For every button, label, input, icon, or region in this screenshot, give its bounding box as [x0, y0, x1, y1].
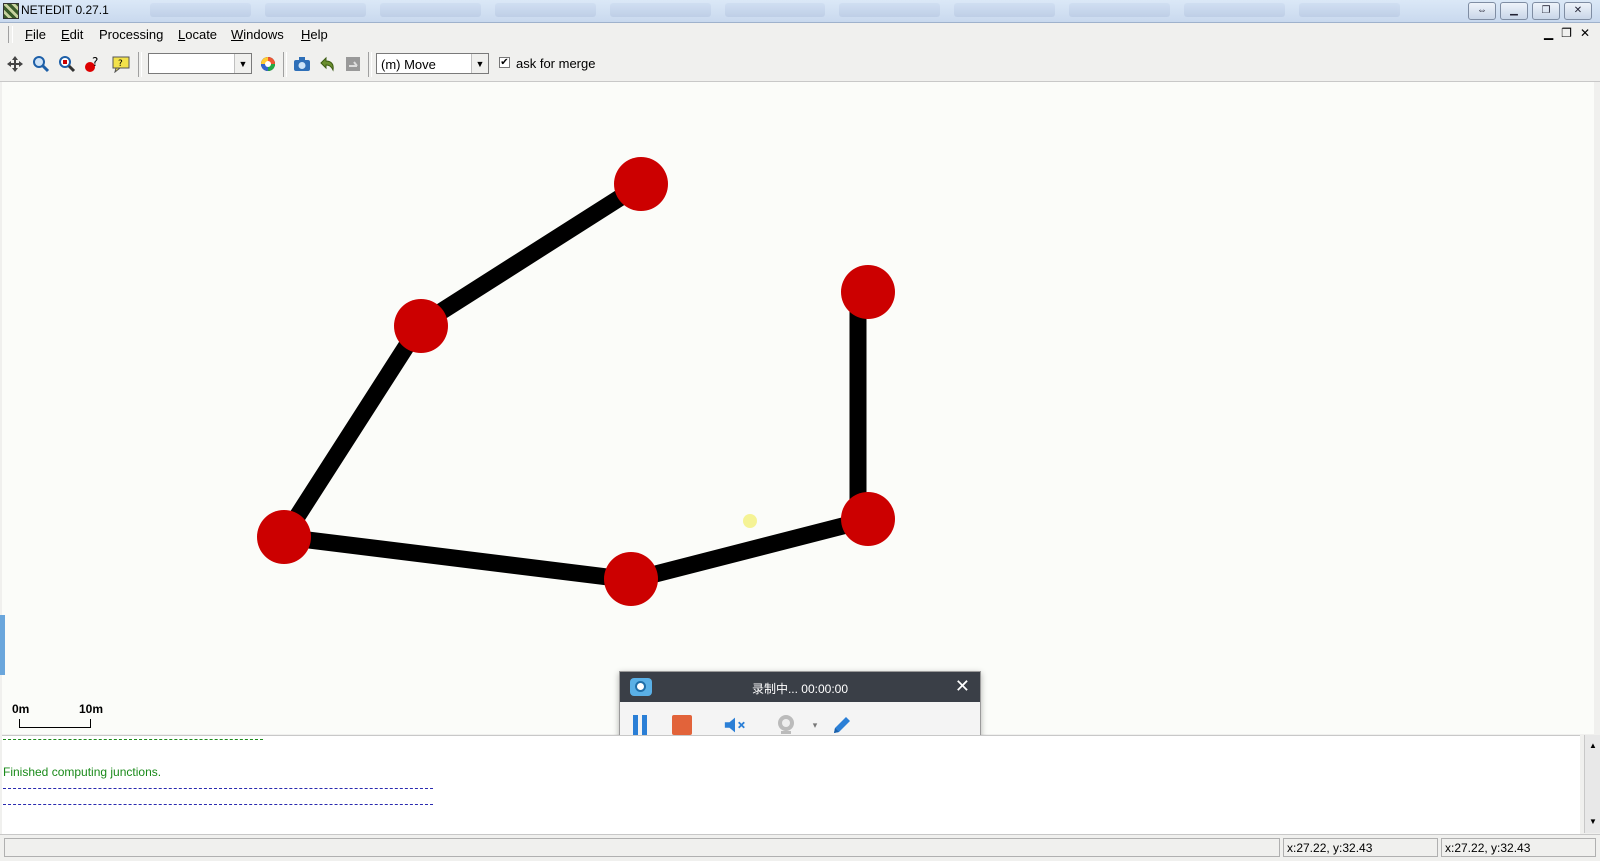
cursor-coordinates-offset: x:27.22, y:32.43: [1441, 838, 1596, 857]
maximize-button[interactable]: ❐: [1532, 2, 1560, 20]
edge[interactable]: [623, 510, 879, 589]
toolbar-separator: [283, 52, 287, 77]
undo-icon[interactable]: [316, 53, 338, 75]
toolbar: ? ? ▼ (m) Move ▼ ✔ ask for merge: [0, 47, 1600, 82]
ask-for-merge-label: ask for merge: [516, 56, 596, 71]
menu-locate[interactable]: Locate: [178, 27, 217, 42]
side-dock-tab[interactable]: [0, 615, 5, 675]
network-drawing: [257, 157, 895, 606]
recenter-view-icon[interactable]: [4, 53, 26, 75]
junction[interactable]: [394, 299, 448, 353]
webcam-icon[interactable]: [775, 713, 799, 737]
message-log: Finished computing junctions.: [2, 735, 1580, 834]
chevron-down-icon[interactable]: ▾: [803, 713, 827, 737]
close-button[interactable]: ✕: [1564, 2, 1592, 20]
menu-file[interactable]: File: [25, 27, 46, 42]
menu-bar: File Edit Processing Locate Windows Help…: [0, 23, 1600, 46]
title-bar: NETEDIT 0.27.1 ⇔ ▁ ❐ ✕: [0, 0, 1600, 23]
junction[interactable]: [841, 265, 895, 319]
screenshot-icon[interactable]: [291, 53, 313, 75]
app-icon: [3, 3, 19, 19]
view-scheme-select[interactable]: ▼: [148, 53, 252, 74]
resize-icon[interactable]: ⇔: [1468, 2, 1496, 20]
log-message: Finished computing junctions.: [3, 765, 162, 779]
menu-windows[interactable]: Windows: [231, 27, 284, 42]
junction[interactable]: [257, 510, 311, 564]
svg-text:?: ?: [92, 55, 98, 69]
chevron-down-icon: ▼: [234, 54, 251, 73]
pen-icon[interactable]: [830, 713, 854, 737]
inspect-icon[interactable]: ?: [82, 53, 104, 75]
scroll-up-icon[interactable]: ▲: [1585, 739, 1600, 753]
ask-for-merge-checkbox[interactable]: ✔: [499, 57, 510, 68]
scale-ruler: [19, 719, 91, 728]
scroll-down-icon[interactable]: ▼: [1585, 815, 1600, 829]
recorder-header: 录制中... 00:00:00 ✕: [620, 672, 980, 702]
menu-help[interactable]: Help: [301, 27, 328, 42]
recorder-status: 录制中... 00:00:00: [751, 682, 849, 696]
edit-mode-select[interactable]: (m) Move ▼: [376, 53, 489, 74]
pause-icon[interactable]: [628, 713, 652, 737]
log-separator: [3, 788, 433, 789]
stop-icon[interactable]: [670, 713, 694, 737]
background-taskbar: [150, 3, 1400, 19]
toolbar-separator: [138, 52, 142, 77]
edge[interactable]: [275, 528, 641, 589]
redo-icon[interactable]: [342, 53, 364, 75]
tooltip-icon[interactable]: ?: [110, 53, 132, 75]
minimize-button[interactable]: ▁: [1500, 2, 1528, 20]
status-bar: x:27.22, y:32.43 x:27.22, y:32.43: [0, 834, 1600, 861]
cursor-coordinates: x:27.22, y:32.43: [1283, 838, 1438, 857]
status-message-area: [4, 838, 1280, 857]
window-title: NETEDIT 0.27.1: [21, 3, 109, 17]
close-icon[interactable]: ✕: [955, 676, 970, 697]
mute-icon[interactable]: [723, 713, 747, 737]
junction[interactable]: [604, 552, 658, 606]
scale-bar: 0m 10m: [12, 702, 112, 732]
edge[interactable]: [411, 176, 649, 334]
menu-grip: [8, 26, 13, 43]
edge[interactable]: [275, 316, 429, 546]
menu-processing[interactable]: Processing: [99, 27, 163, 42]
mdi-close-icon[interactable]: ✕: [1580, 26, 1590, 40]
mdi-controls: ▁ ❐ ✕: [1544, 26, 1590, 40]
chevron-down-icon: ▼: [471, 54, 488, 73]
log-scrollbar[interactable]: ▲ ▼: [1584, 735, 1600, 833]
mdi-restore-icon[interactable]: ❐: [1561, 26, 1572, 40]
cursor-highlight: [743, 514, 757, 528]
toolbar-separator: [368, 52, 372, 77]
log-separator: [3, 739, 263, 740]
zoom-icon[interactable]: [30, 53, 52, 75]
network-canvas[interactable]: 0m 10m: [2, 82, 1594, 734]
window-controls: ⇔ ▁ ❐ ✕: [1468, 2, 1592, 20]
junction[interactable]: [614, 157, 668, 211]
svg-text:?: ?: [118, 59, 123, 69]
color-scheme-icon[interactable]: [257, 53, 279, 75]
scale-end-label: 10m: [79, 702, 104, 716]
scale-start-label: 0m: [12, 702, 30, 716]
log-separator: [3, 804, 433, 805]
mdi-minimize-icon[interactable]: ▁: [1544, 26, 1553, 40]
locate-junction-icon[interactable]: [56, 53, 78, 75]
menu-edit[interactable]: Edit: [61, 27, 83, 42]
junction[interactable]: [841, 492, 895, 546]
